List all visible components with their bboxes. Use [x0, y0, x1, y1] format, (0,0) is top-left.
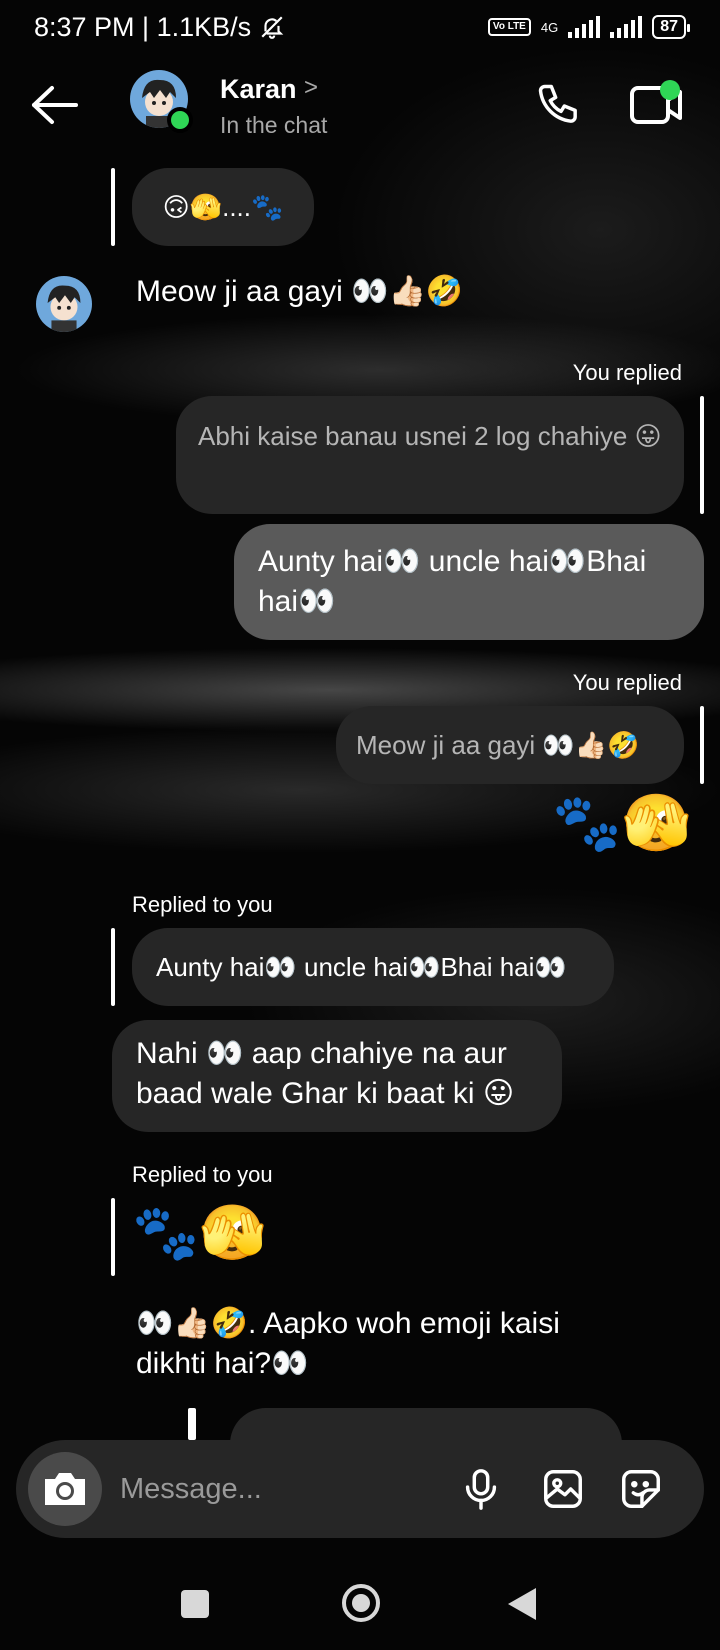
reply-indicator-bar	[700, 396, 704, 514]
sent-emoji-message[interactable]: 🐾🫣	[552, 790, 691, 856]
battery-indicator: 87	[652, 15, 690, 39]
reply-indicator-bar	[111, 928, 115, 1006]
reply-indicator-bar	[188, 1408, 196, 1440]
sticker-icon[interactable]	[618, 1466, 664, 1512]
microphone-icon[interactable]	[458, 1466, 504, 1512]
reply-indicator-bar	[700, 706, 704, 784]
reply-label: You replied	[572, 360, 682, 385]
video-status-dot	[660, 80, 680, 100]
message-quote-text: 🙃🫣....🐾	[162, 192, 284, 222]
reply-indicator-bar	[111, 1198, 115, 1276]
chat-header: Karan > In the chat	[0, 60, 720, 150]
quoted-message-bubble[interactable]: Abhi kaise banau usnei 2 log chahiye 😛	[176, 396, 684, 514]
contact-name[interactable]: Karan	[220, 74, 297, 105]
bell-muted-icon	[261, 16, 284, 39]
recents-button[interactable]	[181, 1590, 209, 1618]
quoted-message-bubble[interactable]: Meow ji aa gayi 👀👍🏻🤣	[336, 706, 684, 784]
message-input[interactable]	[120, 1464, 420, 1514]
message-text: Nahi 👀 aap chahiye na aur baad wale Ghar…	[136, 1037, 515, 1110]
message-text: Meow ji aa gayi 👀👍🏻🤣	[136, 275, 464, 308]
message-quote-text: Meow ji aa gayi 👀👍🏻🤣	[356, 730, 640, 760]
sender-avatar[interactable]	[36, 276, 92, 332]
signal-2-icon	[610, 16, 643, 38]
system-navigation-bar	[0, 1560, 720, 1650]
message-bubble[interactable]: 🙃🫣....🐾	[132, 168, 314, 246]
camera-icon	[45, 1473, 85, 1505]
status-bar: 8:37 PM | 1.1KB/s Vo LTE 4G 87	[0, 0, 720, 54]
status-time-speed: 8:37 PM | 1.1KB/s	[34, 11, 252, 42]
message-quote-text: Abhi kaise banau usnei 2 log chahiye 😛	[198, 421, 662, 451]
reply-label: Replied to you	[132, 1162, 273, 1187]
chevron-right-icon: >	[304, 74, 319, 101]
reply-label: You replied	[572, 670, 682, 695]
signal-1-icon	[568, 16, 601, 38]
reply-label: Replied to you	[132, 892, 273, 917]
message-bubble[interactable]: 👀👍🏻🤣. Aapko woh emoji kaisi dikhti hai?👀	[136, 1304, 636, 1384]
message-quote-text: Aunty hai👀 uncle hai👀Bhai hai👀	[156, 952, 567, 982]
quoted-message-bubble[interactable]: Aunty hai👀 uncle hai👀Bhai hai👀	[132, 928, 614, 1006]
volte-badge: Vo LTE	[487, 18, 531, 36]
home-button[interactable]	[342, 1584, 380, 1622]
message-text: Aunty hai👀 uncle hai👀Bhai hai👀	[258, 545, 647, 618]
reply-indicator-bar	[111, 168, 115, 246]
message-bubble[interactable]: Nahi 👀 aap chahiye na aur baad wale Ghar…	[112, 1020, 562, 1132]
phone-call-icon[interactable]	[534, 80, 586, 132]
quoted-emoji-message[interactable]: 🐾🫣	[132, 1200, 266, 1266]
back-button[interactable]	[508, 1588, 536, 1620]
message-text: 👀👍🏻🤣. Aapko woh emoji kaisi dikhti hai?👀	[136, 1307, 560, 1380]
camera-button[interactable]	[28, 1452, 102, 1526]
gallery-icon[interactable]	[540, 1466, 586, 1512]
back-arrow-icon[interactable]	[26, 80, 82, 130]
contact-status: In the chat	[220, 112, 328, 138]
message-bubble[interactable]: Meow ji aa gayi 👀👍🏻🤣	[136, 272, 536, 312]
network-type: 4G	[540, 19, 559, 35]
online-status-dot	[167, 107, 193, 133]
message-composer	[16, 1440, 704, 1538]
sent-message-bubble[interactable]: Aunty hai👀 uncle hai👀Bhai hai👀	[234, 524, 704, 640]
